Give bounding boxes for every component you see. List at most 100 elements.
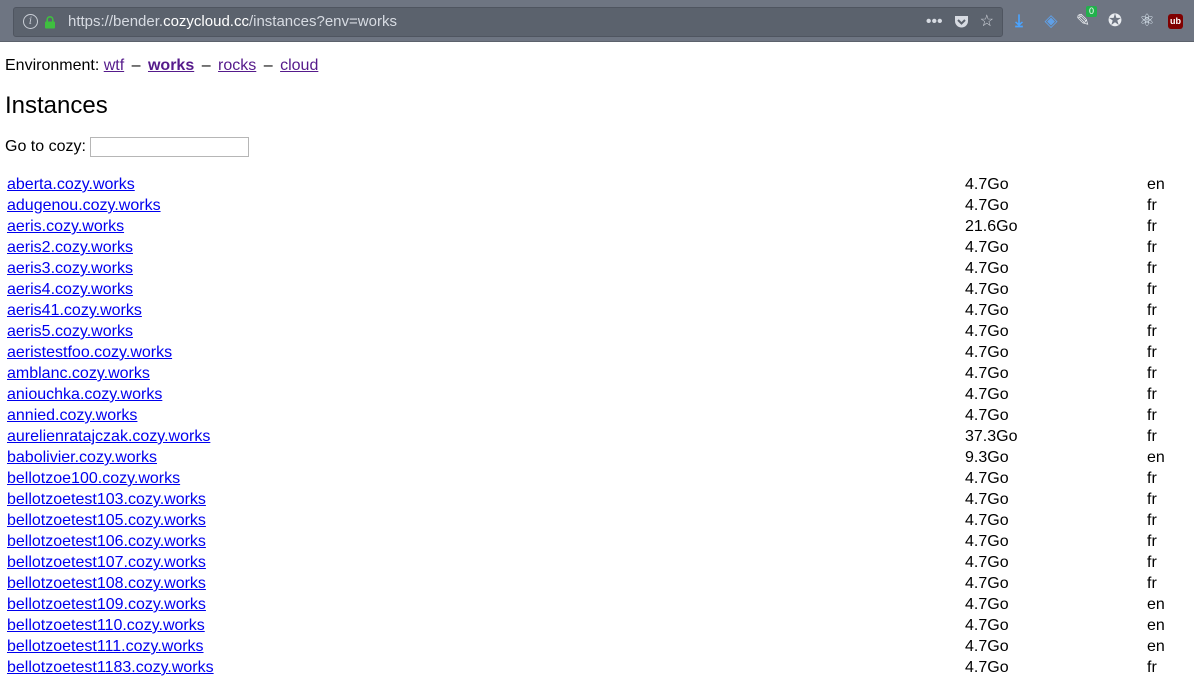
environment-link-cloud[interactable]: cloud [280,57,318,74]
diamond-extension-icon[interactable]: ◈ [1040,10,1062,32]
instance-locale: fr [1147,197,1157,214]
table-row: aeristestfoo.cozy.works 4.7Go fr [5,342,1190,363]
instance-link[interactable]: bellotzoetest109.cozy.works [7,596,206,613]
environment-separator: – [263,57,273,74]
table-row: bellotzoetest105.cozy.works 4.7Go fr [5,510,1190,531]
table-row: aberta.cozy.works 4.7Go en [5,174,1190,195]
instance-locale: fr [1147,407,1157,424]
url-text[interactable]: https://bender.cozycloud.cc/instances?en… [68,13,397,30]
instance-size: 4.7Go [965,533,1009,550]
instance-size: 4.7Go [965,638,1009,655]
instance-domain-cell: bellotzoetest107.cozy.works [5,552,963,573]
instance-domain-cell: aeris5.cozy.works [5,321,963,342]
table-row: bellotzoetest108.cozy.works 4.7Go fr [5,573,1190,594]
instance-link[interactable]: bellotzoetest106.cozy.works [7,533,206,550]
instance-size: 37.3Go [965,428,1018,445]
instance-link[interactable]: bellotzoetest1183.cozy.works [7,659,214,676]
goto-cozy-label: Go to cozy: [5,138,86,155]
instance-link[interactable]: bellotzoetest111.cozy.works [7,638,204,655]
instance-domain-cell: babolivier.cozy.works [5,447,963,468]
instance-link[interactable]: aurelienratajczak.cozy.works [7,428,210,445]
instance-link[interactable]: aeris41.cozy.works [7,302,142,319]
instance-link[interactable]: bellotzoetest110.cozy.works [7,617,205,634]
instance-locale: fr [1147,218,1157,235]
reader-star-icon[interactable]: ✪ [1104,10,1126,32]
react-devtools-icon[interactable]: ⚛ [1136,10,1158,32]
instance-domain-cell: aberta.cozy.works [5,174,963,195]
instance-domain-cell: bellotzoe100.cozy.works [5,468,963,489]
environment-separator: – [201,57,211,74]
instance-link[interactable]: aeris2.cozy.works [7,239,133,256]
goto-cozy-form: Go to cozy: [5,136,1190,158]
instance-domain-cell: bellotzoetest111.cozy.works [5,636,963,657]
address-bar[interactable]: i https://bender.cozycloud.cc/instances?… [13,7,1003,37]
instance-link[interactable]: bellotzoetest105.cozy.works [7,512,206,529]
table-row: bellotzoetest111.cozy.works 4.7Go en [5,636,1190,657]
instance-domain-cell: bellotzoetest105.cozy.works [5,510,963,531]
pocket-icon[interactable] [953,14,970,30]
instance-link[interactable]: aeris.cozy.works [7,218,124,235]
environment-nav: Environment: wtf – works – rocks – cloud [5,56,1190,76]
bookmark-star-icon[interactable]: ☆ [980,12,994,32]
instance-link[interactable]: aniouchka.cozy.works [7,386,162,403]
environment-link-wtf[interactable]: wtf [104,57,124,74]
instance-locale: fr [1147,533,1157,550]
table-row: bellotzoetest109.cozy.works 4.7Go en [5,594,1190,615]
instance-link[interactable]: bellotzoe100.cozy.works [7,470,180,487]
instance-link[interactable]: aeristestfoo.cozy.works [7,344,172,361]
instance-locale: fr [1147,512,1157,529]
instance-locale: fr [1147,428,1157,445]
instance-domain-cell: aeris41.cozy.works [5,300,963,321]
table-row: babolivier.cozy.works 9.3Go en [5,447,1190,468]
instance-size: 4.7Go [965,197,1009,214]
table-row: aeris5.cozy.works 4.7Go fr [5,321,1190,342]
instance-link[interactable]: bellotzoetest103.cozy.works [7,491,206,508]
environment-link-works[interactable]: works [148,57,194,74]
url-host: cozycloud.cc [163,13,249,30]
instance-size: 4.7Go [965,239,1009,256]
instance-link[interactable]: babolivier.cozy.works [7,449,157,466]
environment-separator: – [131,57,141,74]
table-row: aeris3.cozy.works 4.7Go fr [5,258,1190,279]
instance-domain-cell: bellotzoetest108.cozy.works [5,573,963,594]
table-row: adugenou.cozy.works 4.7Go fr [5,195,1190,216]
instance-link[interactable]: bellotzoetest108.cozy.works [7,575,206,592]
info-icon[interactable]: i [23,14,38,29]
instance-locale: fr [1147,575,1157,592]
instance-size: 4.7Go [965,470,1009,487]
instance-domain-cell: aniouchka.cozy.works [5,384,963,405]
instance-locale: fr [1147,323,1157,340]
instance-domain-cell: aeris.cozy.works [5,216,963,237]
instance-link[interactable]: aeris3.cozy.works [7,260,133,277]
instance-domain-cell: bellotzoetest103.cozy.works [5,489,963,510]
instance-link[interactable]: bellotzoetest107.cozy.works [7,554,206,571]
instance-link[interactable]: aeris4.cozy.works [7,281,133,298]
goto-cozy-input[interactable] [89,137,249,157]
lock-icon[interactable] [44,16,56,29]
table-row: aeris.cozy.works 21.6Go fr [5,216,1190,237]
address-bar-actions: ••• ☆ [926,12,994,32]
download-icon[interactable]: ⤓ [1008,10,1030,32]
instance-size: 4.7Go [965,491,1009,508]
instance-link[interactable]: adugenou.cozy.works [7,197,161,214]
environment-label: Environment: [5,57,100,74]
instance-size: 4.7Go [965,554,1009,571]
instance-locale: fr [1147,365,1157,382]
environment-link-rocks[interactable]: rocks [218,57,256,74]
page-actions-icon[interactable]: ••• [926,12,943,32]
instance-size: 4.7Go [965,323,1009,340]
instance-domain-cell: annied.cozy.works [5,405,963,426]
instance-link[interactable]: amblanc.cozy.works [7,365,150,382]
instance-domain-cell: bellotzoetest110.cozy.works [5,615,963,636]
instance-size: 4.7Go [965,512,1009,529]
instance-link[interactable]: aberta.cozy.works [7,176,135,193]
instance-domain-cell: bellotzoetest109.cozy.works [5,594,963,615]
cookie-extension-icon[interactable]: ✎ 0 [1072,6,1097,32]
instance-link[interactable]: aeris5.cozy.works [7,323,133,340]
table-row: amblanc.cozy.works 4.7Go fr [5,363,1190,384]
ublock-icon[interactable]: ub [1168,13,1183,29]
instance-domain-cell: bellotzoetest106.cozy.works [5,531,963,552]
instance-size: 4.7Go [965,407,1009,424]
instance-size: 9.3Go [965,449,1009,466]
instance-link[interactable]: annied.cozy.works [7,407,137,424]
